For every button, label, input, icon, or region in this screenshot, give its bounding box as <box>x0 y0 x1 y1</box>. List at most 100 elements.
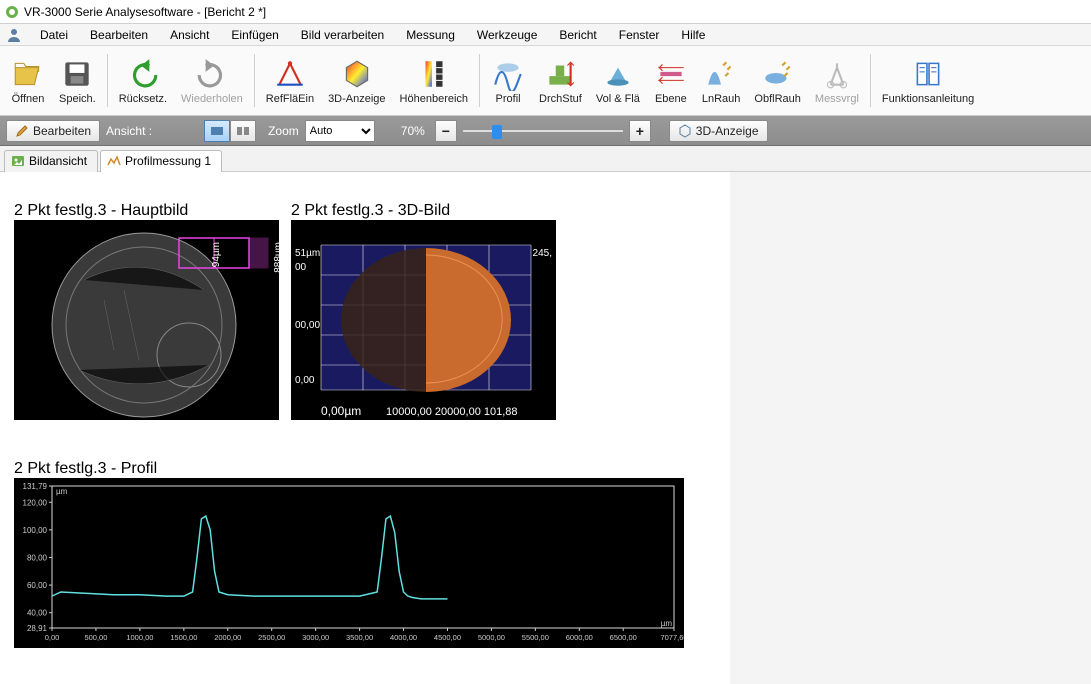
menu-bericht[interactable]: Bericht <box>549 26 606 44</box>
menu-bar: Datei Bearbeiten Ansicht Einfügen Bild v… <box>0 24 1091 46</box>
main-image-caption: 2 Pkt festlg.3 - Hauptbild <box>14 202 279 220</box>
3danzeige-label: 3D-Anzeige <box>328 93 385 105</box>
main-overlay-width: 888µm <box>273 242 279 273</box>
profile-icon <box>107 154 121 168</box>
menu-bild-verarbeiten[interactable]: Bild verarbeiten <box>291 26 394 44</box>
undo-icon <box>126 57 160 91</box>
messvrgl-icon <box>820 57 854 91</box>
svg-text:80,00: 80,00 <box>27 553 48 562</box>
lnrauh-button[interactable]: LnRauh <box>695 48 748 113</box>
open-label: Öffnen <box>12 93 45 105</box>
view-mode-dual[interactable] <box>230 120 256 142</box>
td-y-top2: 00 <box>295 262 306 273</box>
cube-icon <box>678 124 692 138</box>
obflrauh-label: ObflRauh <box>754 93 800 105</box>
menu-fenster[interactable]: Fenster <box>609 26 670 44</box>
svg-text:3500,00: 3500,00 <box>346 633 373 642</box>
save-label: Speich. <box>59 93 96 105</box>
volflae-button[interactable]: Vol & Flä <box>589 48 647 113</box>
refflaein-button[interactable]: RefFläEin <box>259 48 321 113</box>
svg-text:7077,60: 7077,60 <box>660 633 684 642</box>
svg-text:5500,00: 5500,00 <box>522 633 549 642</box>
zoom-out-button[interactable]: − <box>435 120 457 142</box>
svg-text:0,00: 0,00 <box>45 633 60 642</box>
3d-image-caption: 2 Pkt festlg.3 - 3D-Bild <box>291 202 556 220</box>
profile-chart-caption: 2 Pkt festlg.3 - Profil <box>14 460 684 478</box>
ebene-label: Ebene <box>655 93 687 105</box>
view-mode-single[interactable] <box>204 120 230 142</box>
main-toolbar: ÖffnenSpeich.Rücksetz.WiederholenRefFläE… <box>0 46 1091 116</box>
view-label: Ansicht : <box>106 124 152 138</box>
tab-profilmessung-label: Profilmessung 1 <box>125 154 211 168</box>
workspace: 2 Pkt festlg.3 - Hauptbild <box>0 172 1091 684</box>
report-sheet: 2 Pkt festlg.3 - Hauptbild <box>0 172 730 684</box>
drchstuf-icon <box>543 57 577 91</box>
svg-text:3000,00: 3000,00 <box>302 633 329 642</box>
volflae-label: Vol & Flä <box>596 93 640 105</box>
svg-text:5000,00: 5000,00 <box>478 633 505 642</box>
menu-bearbeiten[interactable]: Bearbeiten <box>80 26 158 44</box>
pencil-icon <box>15 124 29 138</box>
svg-text:1000,00: 1000,00 <box>126 633 153 642</box>
menu-messung[interactable]: Messung <box>396 26 465 44</box>
save-icon <box>60 57 94 91</box>
menu-werkzeuge[interactable]: Werkzeuge <box>467 26 547 44</box>
secondary-toolbar: Bearbeiten Ansicht : Zoom Auto 70% − + 3… <box>0 116 1091 146</box>
hohenbereich-button[interactable]: Höhenbereich <box>393 48 476 113</box>
zoom-percent: 70% <box>401 124 425 138</box>
obflrauh-button[interactable]: ObflRauh <box>747 48 807 113</box>
hohenbereich-icon <box>417 57 451 91</box>
menu-datei[interactable]: Datei <box>30 26 78 44</box>
zoom-mode-select[interactable]: Auto <box>305 120 375 142</box>
svg-text:4500,00: 4500,00 <box>434 633 461 642</box>
svg-text:µm: µm <box>56 487 68 496</box>
funktionsanleitung-button[interactable]: Funktionsanleitung <box>875 48 981 113</box>
svg-text:60,00: 60,00 <box>27 581 48 590</box>
tab-bildansicht[interactable]: Bildansicht <box>4 150 98 172</box>
lnrauh-icon <box>704 57 738 91</box>
svg-text:40,00: 40,00 <box>27 609 48 618</box>
document-tabs: Bildansicht Profilmessung 1 <box>0 146 1091 172</box>
funktionsanleitung-icon <box>911 57 945 91</box>
3d-view-label: 3D-Anzeige <box>696 124 759 138</box>
user-icon <box>6 27 22 43</box>
refflaein-icon <box>273 57 307 91</box>
3d-image-panel[interactable]: 51µm 00 00,00 0,00 245, 0,00µm 10000,00 … <box>291 220 556 420</box>
ebene-button[interactable]: Ebene <box>647 48 695 113</box>
profile-chart[interactable]: 28,9140,0060,0080,00100,00120,00131,790,… <box>14 478 684 648</box>
profil-button[interactable]: Profil <box>484 48 532 113</box>
ebene-icon <box>654 57 688 91</box>
svg-text:µm: µm <box>661 619 673 628</box>
open-button[interactable]: Öffnen <box>4 48 52 113</box>
save-button[interactable]: Speich. <box>52 48 103 113</box>
undo-button[interactable]: Rücksetz. <box>112 48 174 113</box>
menu-ansicht[interactable]: Ansicht <box>160 26 219 44</box>
edit-mode-label: Bearbeiten <box>33 124 91 138</box>
window-title: VR-3000 Serie Analysesoftware - [Bericht… <box>24 5 266 19</box>
3danzeige-icon <box>340 57 374 91</box>
svg-text:1500,00: 1500,00 <box>170 633 197 642</box>
menu-einfuegen[interactable]: Einfügen <box>221 26 288 44</box>
messvrgl-label: Messvrgl <box>815 93 859 105</box>
open-icon <box>11 57 45 91</box>
td-x-origin: 0,00µm <box>321 404 361 418</box>
messvrgl-button: Messvrgl <box>808 48 866 113</box>
view-mode-group <box>204 120 256 142</box>
td-y-top1: 51µm <box>295 248 320 259</box>
obflrauh-icon <box>761 57 795 91</box>
zoom-in-button[interactable]: + <box>629 120 651 142</box>
3d-view-button[interactable]: 3D-Anzeige <box>669 120 768 142</box>
menu-hilfe[interactable]: Hilfe <box>671 26 715 44</box>
drchstuf-button[interactable]: DrchStuf <box>532 48 589 113</box>
zoom-slider[interactable] <box>463 120 623 142</box>
refflaein-label: RefFläEin <box>266 93 314 105</box>
tab-profilmessung[interactable]: Profilmessung 1 <box>100 150 222 172</box>
svg-text:6000,00: 6000,00 <box>566 633 593 642</box>
edit-mode-button[interactable]: Bearbeiten <box>6 120 100 142</box>
3danzeige-button[interactable]: 3D-Anzeige <box>321 48 392 113</box>
svg-text:500,00: 500,00 <box>84 633 107 642</box>
svg-text:131,79: 131,79 <box>23 482 48 491</box>
svg-text:4000,00: 4000,00 <box>390 633 417 642</box>
funktionsanleitung-label: Funktionsanleitung <box>882 93 974 105</box>
main-image-panel[interactable]: 94µm 888µm <box>14 220 279 420</box>
